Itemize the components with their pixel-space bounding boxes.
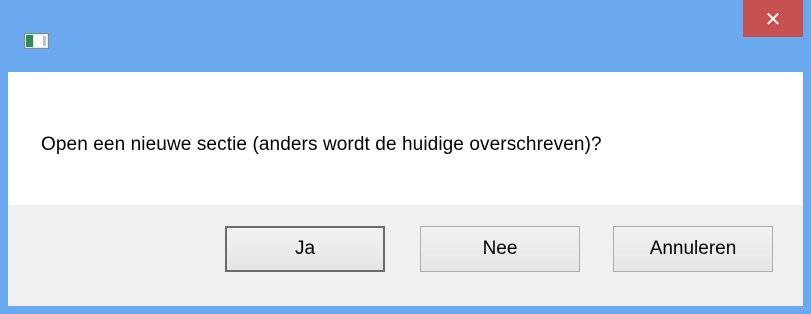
application-icon <box>24 33 49 49</box>
close-icon: ✕ <box>764 6 782 31</box>
close-button[interactable]: ✕ <box>743 0 803 37</box>
no-button-label: Nee <box>482 238 518 259</box>
button-bar: Ja Nee Annuleren <box>8 205 803 306</box>
cancel-button[interactable]: Annuleren <box>613 226 773 272</box>
yes-button-label: Ja <box>294 238 316 259</box>
dialog-window: ✕ Open een nieuwe sectie (anders wordt d… <box>0 0 811 314</box>
cancel-button-label: Annuleren <box>649 238 737 259</box>
dialog-message: Open een nieuwe sectie (anders wordt de … <box>41 134 602 155</box>
title-bar[interactable]: ✕ <box>0 0 811 72</box>
no-button[interactable]: Nee <box>420 226 580 272</box>
dialog-body: Open een nieuwe sectie (anders wordt de … <box>8 72 803 306</box>
yes-button[interactable]: Ja <box>225 226 385 272</box>
